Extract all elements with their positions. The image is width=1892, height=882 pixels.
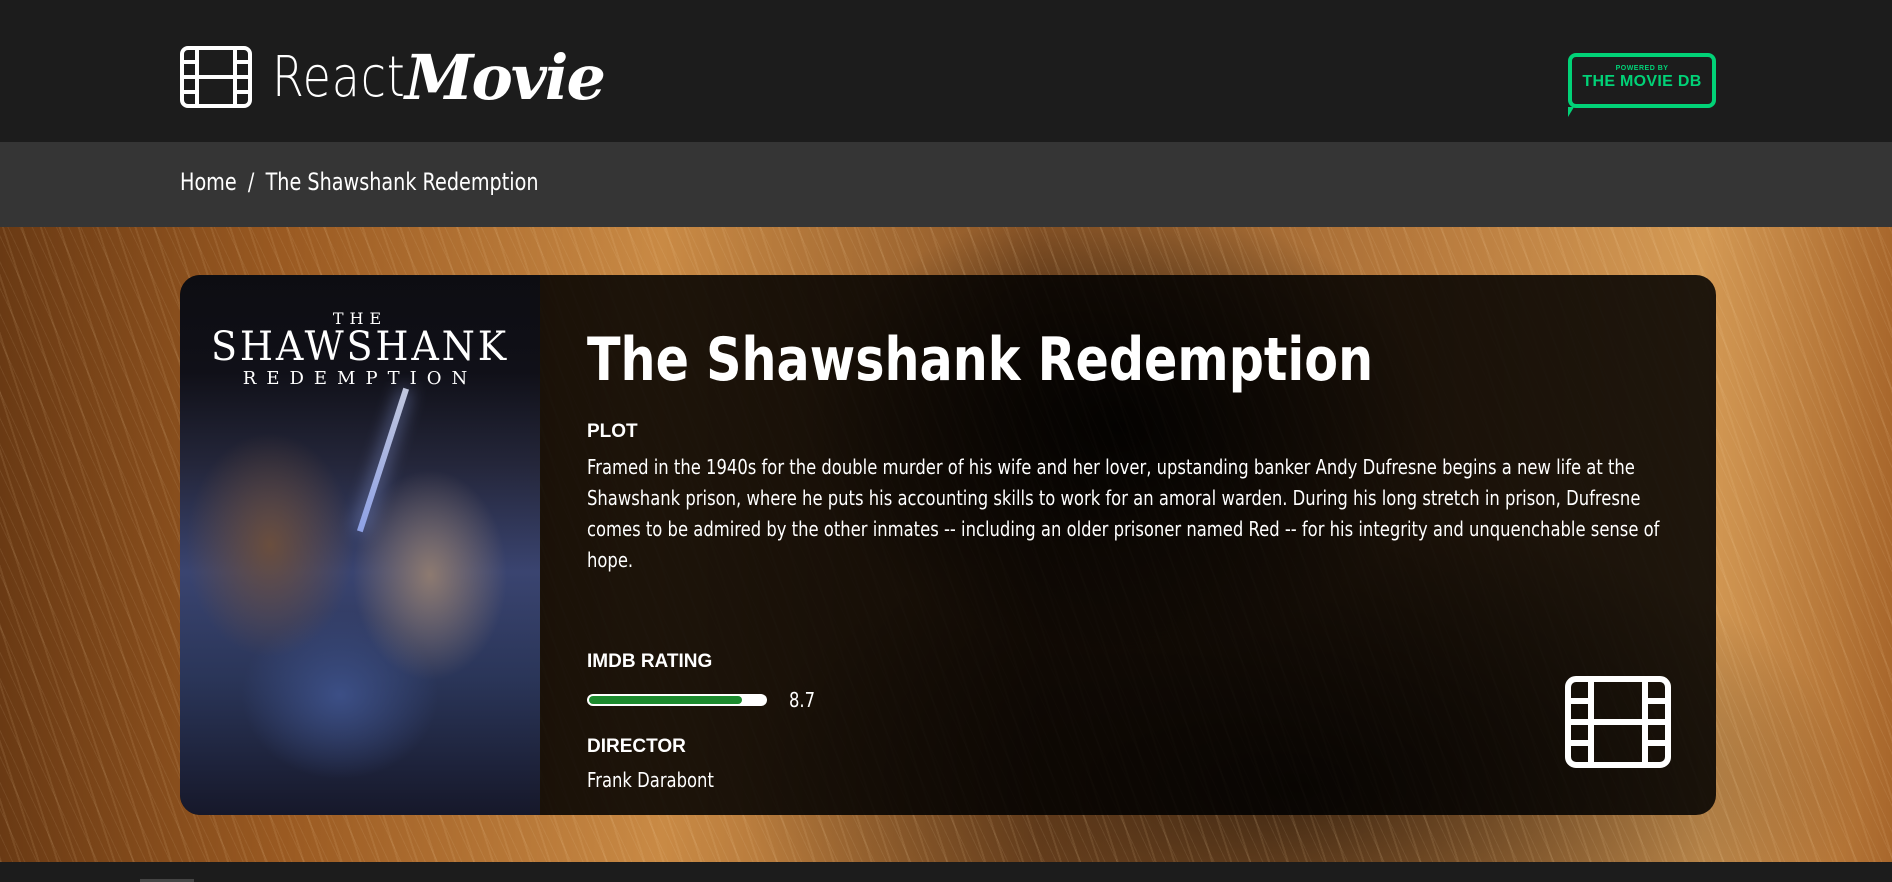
poster-title-main: SHAWSHANK xyxy=(210,324,510,370)
plot-text-content: Framed in the 1940s for the double murde… xyxy=(587,455,1660,572)
film-icon xyxy=(1565,676,1671,768)
rating-value: 8.7 xyxy=(789,688,816,712)
footer-strip xyxy=(0,862,1892,882)
rating-bar-fill xyxy=(589,696,742,704)
logo-text-react: React xyxy=(272,44,406,110)
plot-text: Framed in the 1940s for the double murde… xyxy=(587,452,1677,576)
plot-label: PLOT xyxy=(587,421,638,442)
rating-label: IMDB RATING xyxy=(587,651,713,672)
poster-title: THE SHAWSHANK REDEMPTION xyxy=(180,309,540,389)
tmdb-speech-tail xyxy=(1568,107,1574,117)
rating-bar xyxy=(587,694,767,706)
movie-hero-backdrop: THE SHAWSHANK REDEMPTION The Shawshank R… xyxy=(0,227,1892,862)
movie-info-card: THE SHAWSHANK REDEMPTION The Shawshank R… xyxy=(180,275,1716,815)
movie-title: The Shawshank Redemption xyxy=(587,325,1374,395)
tmdb-powered-by: POWERED BY xyxy=(1615,65,1669,72)
movie-poster: THE SHAWSHANK REDEMPTION xyxy=(180,275,540,815)
director-label: DIRECTOR xyxy=(587,736,686,757)
tmdb-name: THE MOVIE DB xyxy=(1582,73,1702,90)
breadcrumb-separator: / xyxy=(247,168,255,196)
breadcrumb-bar: Home / The Shawshank Redemption xyxy=(0,142,1892,227)
poster-lightning xyxy=(356,387,410,533)
logo[interactable]: React Movie xyxy=(180,41,606,114)
poster-title-sub: REDEMPTION xyxy=(242,368,478,389)
tmdb-logo: POWERED BY THE MOVIE DB xyxy=(1568,53,1716,117)
film-icon xyxy=(180,46,252,108)
breadcrumb-home-link[interactable]: Home xyxy=(180,168,237,196)
rating-row: 8.7 xyxy=(587,688,821,712)
breadcrumb-current: The Shawshank Redemption xyxy=(265,168,539,196)
logo-text-movie: Movie xyxy=(404,40,606,114)
header: React Movie POWERED BY THE MOVIE DB xyxy=(0,0,1892,142)
breadcrumb: Home / The Shawshank Redemption xyxy=(180,168,539,196)
director-name: Frank Darabont xyxy=(587,768,714,792)
